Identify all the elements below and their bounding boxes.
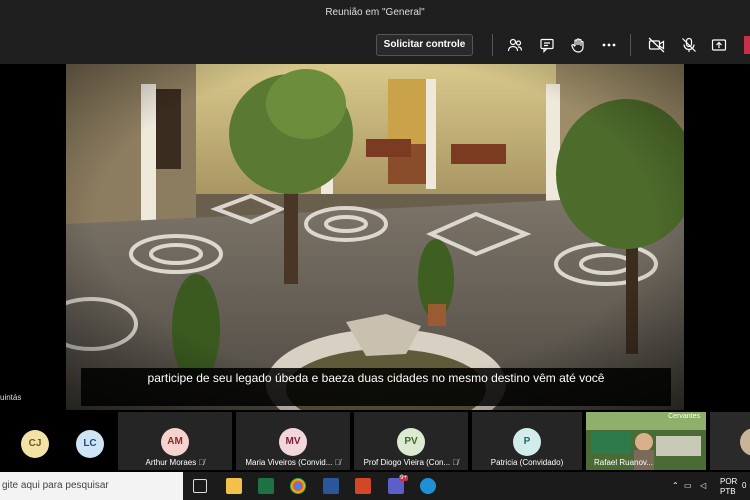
camera-off-icon[interactable] xyxy=(647,35,667,55)
leave-button[interactable] xyxy=(744,36,750,54)
chat-icon[interactable] xyxy=(537,35,557,55)
request-control-button[interactable]: Solicitar controle xyxy=(376,34,473,56)
mic-off-icon: 🎙̸ xyxy=(452,458,459,467)
courtyard-scene xyxy=(66,64,684,410)
shared-video[interactable] xyxy=(66,64,684,410)
side-participant-name: uintás xyxy=(0,393,22,402)
volume-icon[interactable]: ◁ xyxy=(700,481,706,490)
mic-off-icon: 🎙̸ xyxy=(334,458,341,467)
participant-avatar-p: P xyxy=(513,428,541,456)
people-icon[interactable] xyxy=(505,35,525,55)
mic-off-icon[interactable] xyxy=(679,35,699,55)
clock[interactable]: 0 xyxy=(742,481,746,490)
raise-hand-icon[interactable] xyxy=(568,35,588,55)
video-overlay-text: Cervantes xyxy=(668,413,700,420)
participant-video-tile[interactable]: Cervantes Rafael Ruanov... xyxy=(586,412,706,470)
shared-video-stage xyxy=(0,64,750,410)
teams-icon[interactable]: 9+ xyxy=(388,475,408,494)
participant-avatar-cj[interactable]: CJ xyxy=(21,430,49,458)
language-indicator[interactable]: POR xyxy=(720,477,737,486)
participant-avatar-photo xyxy=(740,428,750,456)
chrome-icon[interactable] xyxy=(290,478,306,494)
live-caption: participe de seu legado úbeda e baeza du… xyxy=(81,368,671,406)
word-icon[interactable] xyxy=(323,478,339,494)
participant-name-text: Prof Diogo Vieira (Con... xyxy=(363,458,451,467)
system-tray: ⌃ ▭ ◁ POR PTB 0 xyxy=(670,472,750,500)
task-view-icon[interactable] xyxy=(193,479,207,493)
share-tray-icon[interactable] xyxy=(709,35,729,55)
participant-tile[interactable]: PV Prof Diogo Vieira (Con... 🎙̸ xyxy=(354,412,468,470)
participant-name: Maria Viveiros (Convid... 🎙̸ xyxy=(236,458,350,467)
windows-taskbar: gite aqui para pesquisar 9+ ⌃ ▭ ◁ POR PT… xyxy=(0,472,750,500)
participant-tile-partial[interactable] xyxy=(710,412,750,470)
keyboard-layout: PTB xyxy=(720,487,736,496)
edge-icon[interactable] xyxy=(420,478,436,494)
meeting-toolbar: Solicitar controle xyxy=(0,26,750,64)
mic-off-icon: 🎙̸ xyxy=(198,458,205,467)
toolbar-divider xyxy=(492,34,493,56)
participant-avatar-lc[interactable]: LC xyxy=(76,430,104,458)
participant-tile[interactable]: P Patricia (Convidado) xyxy=(472,412,582,470)
participant-strip: CJ LC AM Arthur Moraes 🎙̸ MV Maria Vivei… xyxy=(0,410,750,472)
toolbar-divider xyxy=(630,34,631,56)
more-icon[interactable] xyxy=(599,35,619,55)
powerpoint-icon[interactable] xyxy=(355,478,371,494)
participant-avatar-pv: PV xyxy=(397,428,425,456)
participant-avatar-am: AM xyxy=(161,428,189,456)
participant-tile[interactable]: AM Arthur Moraes 🎙̸ xyxy=(118,412,232,470)
file-explorer-icon[interactable] xyxy=(226,478,242,494)
chevron-up-icon[interactable]: ⌃ xyxy=(672,481,679,490)
participant-name-text: Maria Viveiros (Convid... xyxy=(245,458,333,467)
window-title: Reunião em "General" xyxy=(0,0,750,26)
network-icon[interactable]: ▭ xyxy=(684,481,692,490)
taskbar-search-input[interactable]: gite aqui para pesquisar xyxy=(0,472,183,500)
participant-name: Arthur Moraes 🎙̸ xyxy=(118,458,232,467)
participant-name: Prof Diogo Vieira (Con... 🎙̸ xyxy=(354,458,468,467)
participant-name: Patricia (Convidado) xyxy=(490,458,564,467)
teams-window: Reunião em "General" Solicitar controle xyxy=(0,0,750,500)
participant-name-text: Arthur Moraes xyxy=(145,458,197,467)
excel-icon[interactable] xyxy=(258,478,274,494)
notification-badge: 9+ xyxy=(399,475,408,481)
participant-tile[interactable]: MV Maria Viveiros (Convid... 🎙̸ xyxy=(236,412,350,470)
participant-name: Rafael Ruanov... xyxy=(594,458,653,467)
participant-avatar-mv: MV xyxy=(279,428,307,456)
